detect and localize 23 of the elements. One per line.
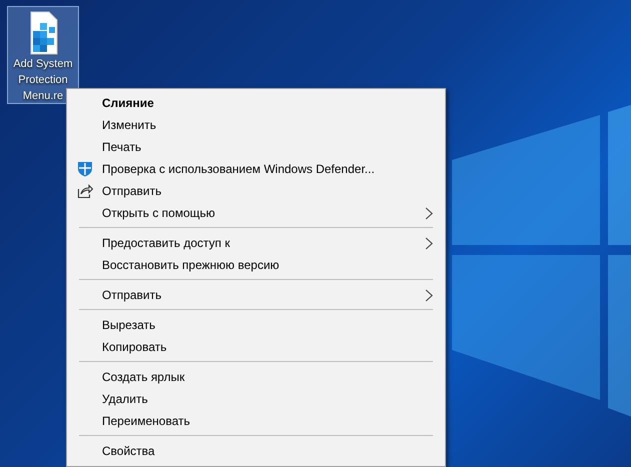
menu-item[interactable]: Отправить: [69, 284, 443, 306]
file-name-label: Protection: [18, 73, 68, 87]
menu-item[interactable]: Открыть с помощью: [69, 202, 443, 224]
file-name-label: Menu.re: [22, 89, 64, 103]
menu-item[interactable]: Создать ярлык: [69, 366, 443, 388]
menu-item[interactable]: Восстановить прежнюю версию: [69, 254, 443, 276]
menu-item[interactable]: Удалить: [69, 388, 443, 410]
chevron-right-icon: [425, 237, 433, 250]
shield-icon: [77, 161, 93, 177]
file-name-label: Add System: [13, 57, 73, 71]
menu-item[interactable]: Печать: [69, 136, 443, 158]
menu-item[interactable]: Копировать: [69, 336, 443, 358]
menu-item[interactable]: Проверка с использованием Windows Defender...: [69, 158, 443, 180]
menu-item[interactable]: Вырезать: [69, 314, 443, 336]
chevron-right-icon: [425, 289, 433, 302]
menu-item[interactable]: Изменить: [69, 114, 443, 136]
chevron-right-icon: [425, 207, 433, 220]
menu-item[interactable]: Отправить: [69, 180, 443, 202]
menu-item[interactable]: Свойства: [69, 440, 443, 462]
menu-item[interactable]: Переименовать: [69, 410, 443, 432]
menu-item[interactable]: Предоставить доступ к: [69, 232, 443, 254]
share-icon: [77, 183, 93, 199]
desktop-file-icon[interactable]: Add System Protection Menu.re: [7, 6, 79, 104]
